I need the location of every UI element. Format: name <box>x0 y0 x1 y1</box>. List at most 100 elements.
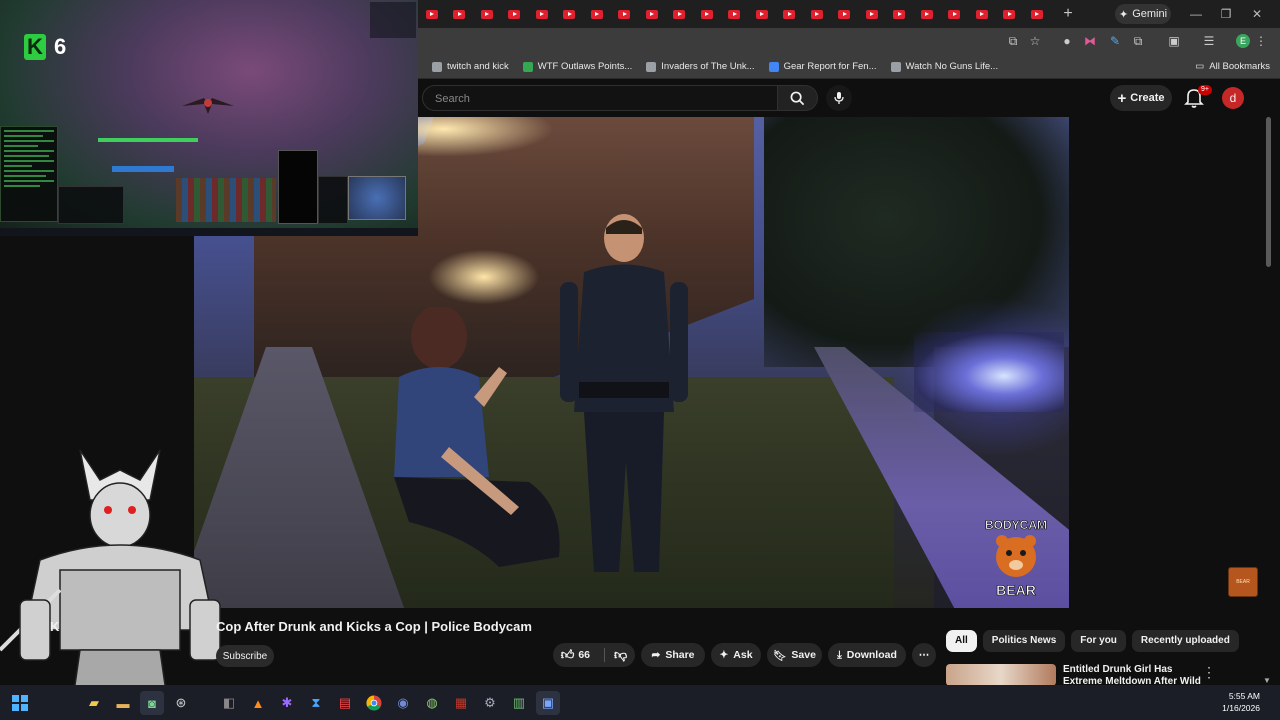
browser-tab[interactable] <box>831 6 859 22</box>
browser-tab[interactable] <box>418 6 446 22</box>
browser-tab[interactable] <box>748 6 776 22</box>
browser-tab[interactable] <box>858 6 886 22</box>
browser-tab[interactable] <box>941 6 969 22</box>
browser-tab[interactable] <box>446 6 474 22</box>
bookmark-item[interactable]: Gear Report for Fen... <box>768 61 877 72</box>
browser-tab[interactable] <box>556 6 584 22</box>
kebab-menu-icon[interactable]: ⋮ <box>1254 34 1268 48</box>
game-status-bar <box>0 228 418 236</box>
youtube-favicon-icon <box>645 9 658 19</box>
app-icon[interactable]: ▤ <box>333 691 357 715</box>
voice-search-button[interactable] <box>826 85 852 111</box>
browser-toolbar: ⧉ ☆ ● ⧓ ✎ ⧉ ▣ ☰ E ⋮ <box>418 28 1280 55</box>
search-button[interactable] <box>778 85 818 111</box>
app-icon[interactable]: ⧗ <box>304 691 328 715</box>
app-icon[interactable]: ✱ <box>275 691 299 715</box>
discord-icon[interactable]: ◉ <box>391 691 415 715</box>
game-window <box>278 150 318 224</box>
youtube-favicon-icon <box>590 9 603 19</box>
filter-chip[interactable]: All <box>946 630 977 652</box>
browser-tab[interactable] <box>886 6 914 22</box>
youtube-favicon-icon <box>893 9 906 19</box>
video-title-prefix: K <box>50 619 60 634</box>
reading-list-icon[interactable]: ☰ <box>1202 34 1216 48</box>
search-input[interactable] <box>433 86 767 112</box>
dislike-button[interactable]: 👎︎ <box>614 647 627 663</box>
taskbar-clock[interactable]: 5:55 AM 1/16/2026 <box>1222 690 1260 714</box>
video-lamps <box>424 247 544 307</box>
filter-chip[interactable]: Recently uploaded <box>1131 630 1239 652</box>
recommendation-title[interactable]: Entitled Drunk Girl Has Extreme Meltdown… <box>1063 664 1203 686</box>
save-label: Save <box>791 649 816 661</box>
browser-tab[interactable] <box>693 6 721 22</box>
windows-start-icon[interactable] <box>8 691 32 715</box>
page-scrollbar[interactable] <box>1266 117 1271 267</box>
minimize-button[interactable]: — <box>1184 4 1208 24</box>
puzzle-icon[interactable]: ⧉ <box>1131 34 1145 48</box>
bookmark-item[interactable]: Invaders of The Unk... <box>646 61 755 72</box>
browser-tab[interactable] <box>968 6 996 22</box>
ask-button[interactable]: ✦ Ask <box>711 643 761 667</box>
recommendation-thumbnail[interactable] <box>946 664 1056 686</box>
settings-gear-icon[interactable]: ⚙ <box>478 691 502 715</box>
create-button[interactable]: + Create <box>1110 85 1172 111</box>
restore-button[interactable]: ❐ <box>1214 4 1238 24</box>
app-icon[interactable]: ◙ <box>140 691 164 715</box>
subscribe-button[interactable]: Subscribe <box>216 645 274 667</box>
filter-chip[interactable]: For you <box>1071 630 1126 652</box>
file-explorer-icon[interactable]: ▰ <box>82 691 106 715</box>
svg-text:BODYCAM: BODYCAM <box>985 518 1047 532</box>
chrome-icon[interactable] <box>362 691 386 715</box>
browser-tab[interactable] <box>913 6 941 22</box>
scroll-down-arrow-icon[interactable]: ▼ <box>1263 676 1271 685</box>
like-dislike-group: 👍︎ 66 👎︎ <box>553 643 635 667</box>
bookmark-item[interactable]: Watch No Guns Life... <box>890 61 998 72</box>
recommendation-menu-icon[interactable]: ⋮ <box>1202 664 1216 681</box>
app-icon[interactable]: ◍ <box>420 691 444 715</box>
browser-tab[interactable] <box>501 6 529 22</box>
save-button[interactable]: 🔖︎ Save <box>767 643 822 667</box>
extension-icon[interactable]: ⧓ <box>1083 34 1097 48</box>
bookmark-item[interactable]: twitch and kick <box>432 61 509 72</box>
bookmark-star-icon[interactable]: ☆ <box>1028 34 1042 48</box>
cast-icon[interactable]: ⧉ <box>1006 34 1020 48</box>
browser-tab[interactable] <box>611 6 639 22</box>
all-bookmarks-button[interactable]: ▭ All Bookmarks <box>1195 58 1270 75</box>
kick-count: 6 <box>54 34 67 59</box>
user-avatar[interactable]: d <box>1222 87 1244 109</box>
app-icon[interactable]: ▥ <box>507 691 531 715</box>
new-tab-button[interactable]: + <box>1058 4 1078 24</box>
browser-tab[interactable] <box>803 6 831 22</box>
browser-tab[interactable] <box>528 6 556 22</box>
like-divider <box>604 648 605 662</box>
download-label: Download <box>846 649 897 661</box>
extension-icon[interactable]: ● <box>1060 34 1074 48</box>
gemini-button[interactable]: ✦ Gemini <box>1115 4 1171 24</box>
extension-icon[interactable]: ✎ <box>1108 34 1122 48</box>
download-button[interactable]: ⤓ Download <box>828 643 906 667</box>
browser-tab[interactable] <box>721 6 749 22</box>
app-icon[interactable]: ▦ <box>449 691 473 715</box>
channel-watermark-icon[interactable]: BEAR <box>1228 567 1258 597</box>
like-button[interactable]: 👍︎ 66 <box>561 647 590 663</box>
bookmark-label: Invaders of The Unk... <box>661 61 755 72</box>
folder-icon[interactable]: ▬ <box>111 691 135 715</box>
bookmark-item[interactable]: WTF Outlaws Points... <box>522 61 632 72</box>
app-icon[interactable]: ▣ <box>536 691 560 715</box>
filter-chip[interactable]: Politics News <box>982 630 1066 652</box>
browser-tab[interactable] <box>638 6 666 22</box>
profile-avatar[interactable]: E <box>1236 34 1250 48</box>
browser-tab[interactable] <box>666 6 694 22</box>
vlc-icon[interactable]: ▲ <box>246 691 270 715</box>
browser-tab[interactable] <box>776 6 804 22</box>
tab-search-icon[interactable]: ▣ <box>1167 34 1181 48</box>
browser-tab[interactable] <box>473 6 501 22</box>
more-actions-button[interactable]: ⋯ <box>912 643 936 667</box>
browser-tab[interactable] <box>583 6 611 22</box>
browser-tab[interactable] <box>1023 6 1051 22</box>
share-button[interactable]: ➦ Share <box>641 643 705 667</box>
steam-icon[interactable]: ⊛ <box>169 691 193 715</box>
close-button[interactable]: ✕ <box>1245 4 1269 24</box>
app-icon[interactable]: ◧ <box>217 691 241 715</box>
browser-tab[interactable] <box>996 6 1024 22</box>
